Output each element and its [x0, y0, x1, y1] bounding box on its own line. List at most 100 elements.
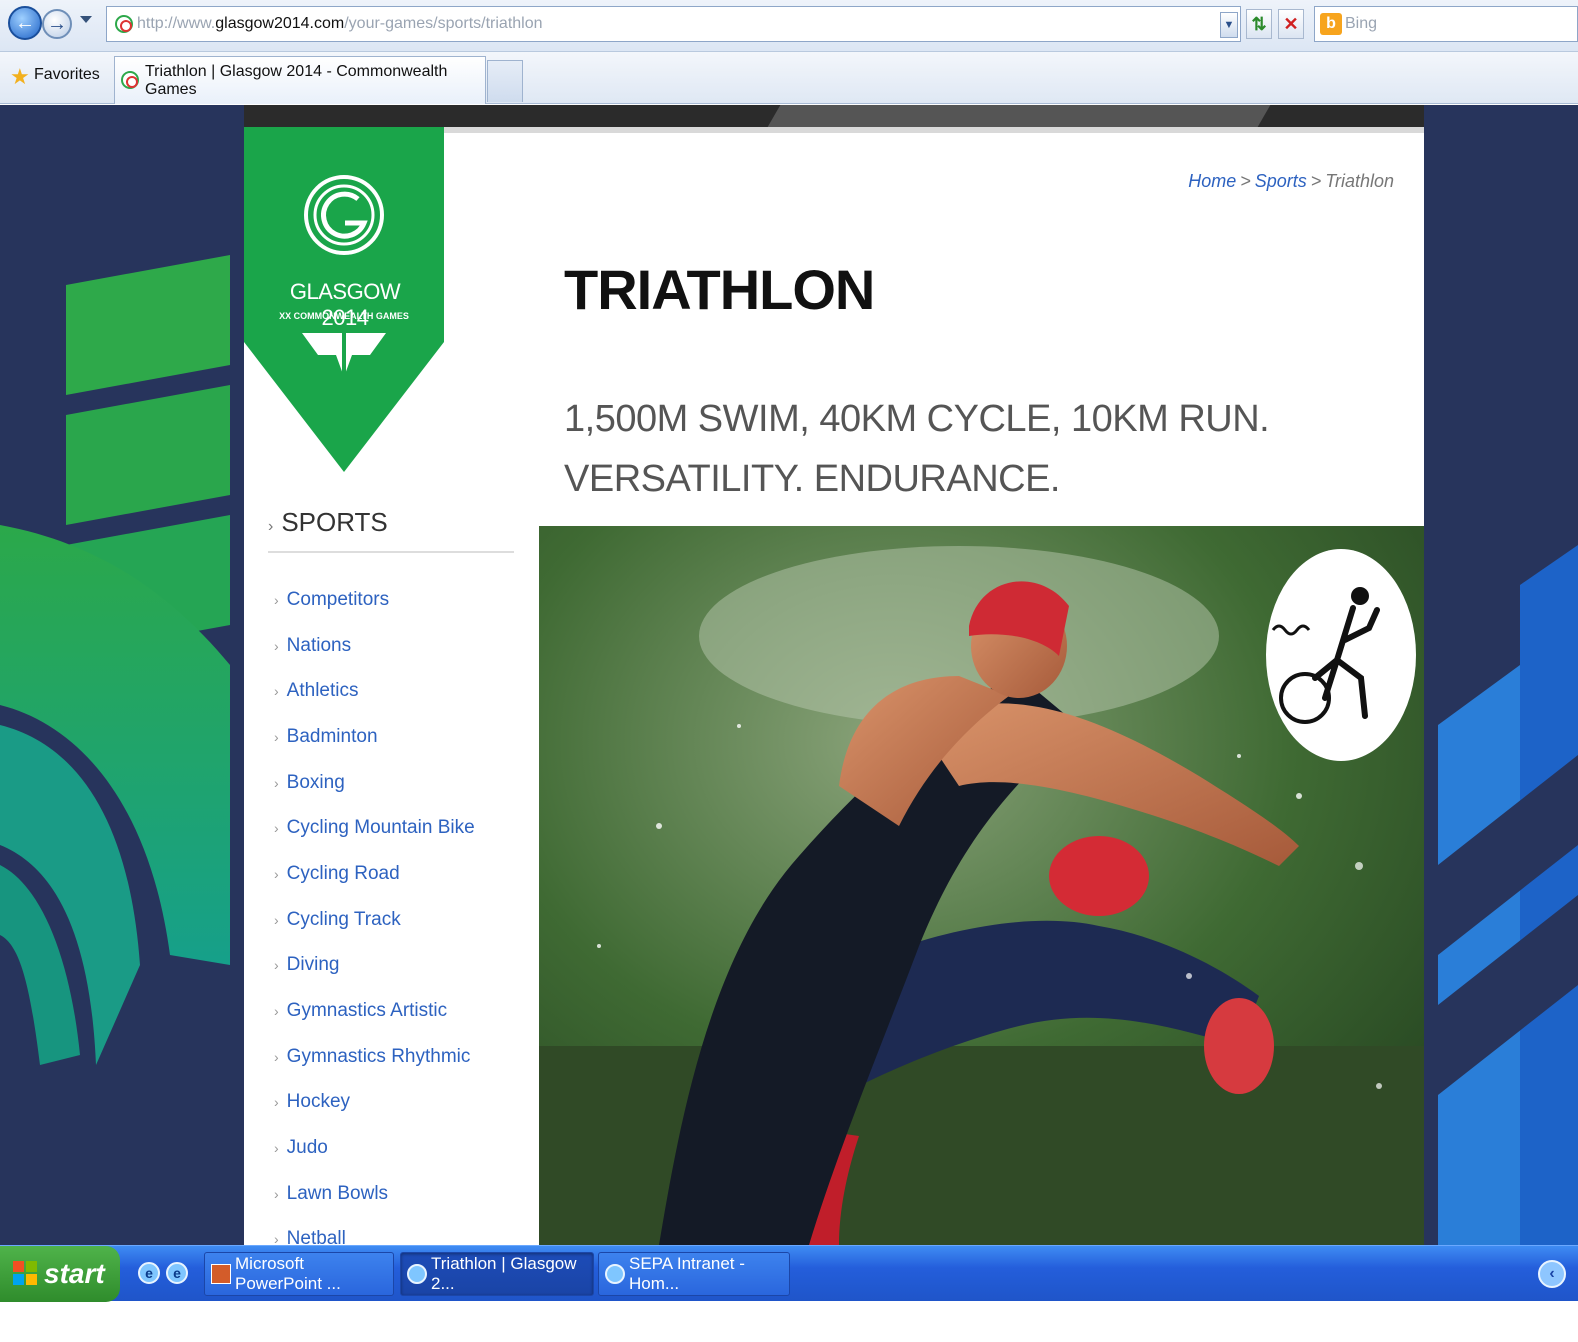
chevron-right-icon: ›	[274, 1231, 279, 1245]
sidebar-item-label: Judo	[286, 1137, 328, 1159]
chevron-right-icon: ›	[274, 774, 279, 791]
sidebar-item-cycling-track[interactable]: › Cycling Track	[274, 897, 475, 943]
sports-heading-label: SPORTS	[281, 507, 388, 537]
start-button[interactable]: start	[0, 1246, 120, 1302]
main-content-panel: GLASGOW 2014 XX COMMONWEALTH GAMES Home >…	[244, 127, 1424, 1245]
internet-explorer-icon[interactable]: e	[138, 1262, 160, 1284]
sidebar-item-competitors[interactable]: › Competitors	[274, 577, 475, 623]
sidebar-item-label: Cycling Road	[286, 862, 400, 884]
powerpoint-icon	[211, 1264, 231, 1284]
chevron-right-icon: ›	[274, 911, 279, 928]
browser-tab-active[interactable]: Triathlon | Glasgow 2014 - Commonwealth …	[114, 56, 486, 104]
internet-explorer-icon	[407, 1264, 427, 1284]
breadcrumb-separator: >	[1240, 171, 1251, 191]
sidebar-item-gymnastics-rhythmic[interactable]: › Gymnastics Rhythmic	[274, 1034, 475, 1080]
sidebar-item-boxing[interactable]: › Boxing	[274, 760, 475, 806]
chevron-right-icon: ›	[274, 728, 279, 745]
chevron-right-icon: ›	[274, 1094, 279, 1111]
taskbar-item-powerpoint[interactable]: Microsoft PowerPoint ...	[204, 1252, 394, 1296]
sidebar-item-label: Hockey	[286, 1091, 351, 1113]
chevron-right-icon: ›	[274, 683, 279, 700]
breadcrumb-separator: >	[1310, 171, 1322, 191]
bing-icon: b	[1320, 13, 1342, 35]
sidebar-item-badminton[interactable]: › Badminton	[274, 714, 475, 760]
chevron-right-icon: ›	[274, 591, 279, 608]
sidebar-item-label: Netball	[286, 1228, 346, 1245]
favorites-star-icon[interactable]: ★	[10, 66, 30, 88]
sidebar-item-label: Diving	[286, 954, 340, 976]
url-dropdown-icon[interactable]: ▼	[1220, 12, 1238, 38]
sidebar-item-label: Gymnastics Rhythmic	[286, 1045, 471, 1067]
chevron-right-icon: ›	[274, 637, 279, 654]
back-icon[interactable]: ←	[8, 6, 42, 40]
task-label: SEPA Intranet - Hom...	[629, 1254, 745, 1293]
sidebar-item-label: Athletics	[286, 680, 359, 702]
site-favicon-icon	[115, 15, 133, 33]
refresh-icon[interactable]: ⇅	[1246, 9, 1272, 39]
show-desktop-icon[interactable]: e	[166, 1262, 188, 1284]
sidebar-item-cycling-mountain-bike[interactable]: › Cycling Mountain Bike	[274, 805, 475, 851]
chevron-right-icon: ›	[274, 1003, 279, 1020]
windows-logo-icon	[13, 1261, 37, 1285]
search-input[interactable]: b Bing	[1314, 6, 1578, 42]
url-input[interactable]: http://www. glasgow2014.com/your-games/sp…	[106, 6, 1241, 42]
sidebar-item-label: Cycling Mountain Bike	[286, 817, 475, 839]
logo-tagline: XX COMMONWEALTH GAMES	[279, 311, 409, 321]
sidebar-item-athletics[interactable]: › Athletics	[274, 668, 475, 714]
tab-favicon-icon	[121, 71, 139, 89]
forward-icon[interactable]: →	[42, 9, 72, 39]
sidebar-item-label: Boxing	[286, 771, 345, 793]
sidebar-item-label: Lawn Bowls	[286, 1182, 389, 1204]
taskbar-item-triathlon[interactable]: Triathlon | Glasgow 2...	[400, 1252, 594, 1296]
breadcrumb-sports-link[interactable]: Sports	[1255, 171, 1307, 191]
browser-address-bar: ← → http://www. glasgow2014.com/your-game…	[0, 0, 1578, 52]
history-dropdown-icon[interactable]	[80, 16, 92, 23]
sidebar-item-nations[interactable]: › Nations	[274, 623, 475, 669]
sidebar-item-cycling-road[interactable]: › Cycling Road	[274, 851, 475, 897]
sidebar-item-diving[interactable]: › Diving	[274, 943, 475, 989]
sports-list: › Competitors › Nations › Athletics › Badmin…	[274, 577, 475, 1245]
tab-title: Triathlon | Glasgow 2014 - Commonwealth …	[145, 62, 448, 98]
sidebar-item-gymnastics-artistic[interactable]: › Gymnastics Artistic	[274, 988, 475, 1034]
breadcrumb: Home > Sports > Triathlon	[1188, 171, 1394, 192]
favorites-button[interactable]: Favorites	[34, 66, 100, 84]
sidebar-item-label: Competitors	[286, 588, 390, 610]
chevron-right-icon: ›	[274, 1185, 279, 1202]
new-tab-button[interactable]	[487, 60, 523, 102]
sidebar-item-judo[interactable]: › Judo	[274, 1125, 475, 1171]
site-top-bar	[244, 105, 1424, 127]
windows-taskbar: start e e Microsoft PowerPoint ... Triat…	[0, 1245, 1578, 1302]
url-host: glasgow2014.com	[215, 15, 345, 32]
chevron-right-icon: ›	[274, 957, 279, 974]
decorative-chevrons-right	[1438, 545, 1578, 1245]
breadcrumb-current: Triathlon	[1325, 171, 1394, 191]
sports-heading-arrow-icon: ›	[268, 518, 274, 535]
task-label: Microsoft PowerPoint ...	[235, 1254, 341, 1293]
sidebar-item-label: Gymnastics Artistic	[286, 1000, 448, 1022]
chevron-right-icon: ›	[274, 1140, 279, 1157]
sports-divider	[268, 551, 514, 553]
sidebar-item-hockey[interactable]: › Hockey	[274, 1080, 475, 1126]
internet-explorer-icon	[605, 1264, 625, 1284]
screen: ← → http://www. glasgow2014.com/your-game…	[0, 0, 1578, 1342]
url-prefix: http://www.	[137, 15, 216, 32]
taskbar-item-sepa-intranet[interactable]: SEPA Intranet - Hom...	[598, 1252, 790, 1296]
sidebar-item-label: Cycling Track	[286, 908, 401, 930]
logo-name: GLASGOW 2014	[289, 279, 401, 330]
start-label: start	[44, 1258, 105, 1289]
sidebar-item-netball[interactable]: › Netball	[274, 1217, 475, 1245]
url-path: /your-games/sports/triathlon	[344, 15, 543, 32]
search-placeholder: Bing	[1345, 15, 1378, 32]
sidebar-item-label: Nations	[286, 634, 352, 656]
breadcrumb-home-link[interactable]: Home	[1188, 171, 1236, 191]
sidebar-item-label: Badminton	[286, 725, 378, 747]
decorative-chevrons-left	[0, 255, 230, 1065]
page-title: TRIATHLON	[564, 258, 875, 321]
desktop-bottom-strip	[0, 1302, 1578, 1342]
page-subtitle: 1,500M SWIM, 40KM CYCLE, 10KM RUN. VERSA…	[564, 398, 1270, 500]
tray-expand-icon[interactable]: ‹	[1538, 1260, 1566, 1288]
sidebar-item-lawn-bowls[interactable]: › Lawn Bowls	[274, 1171, 475, 1217]
stop-icon[interactable]: ✕	[1278, 9, 1304, 39]
favorites-tab-bar: ★ Favorites Triathlon | Glasgow 2014 - C…	[0, 52, 1578, 104]
sports-heading[interactable]: › SPORTS	[268, 507, 388, 538]
